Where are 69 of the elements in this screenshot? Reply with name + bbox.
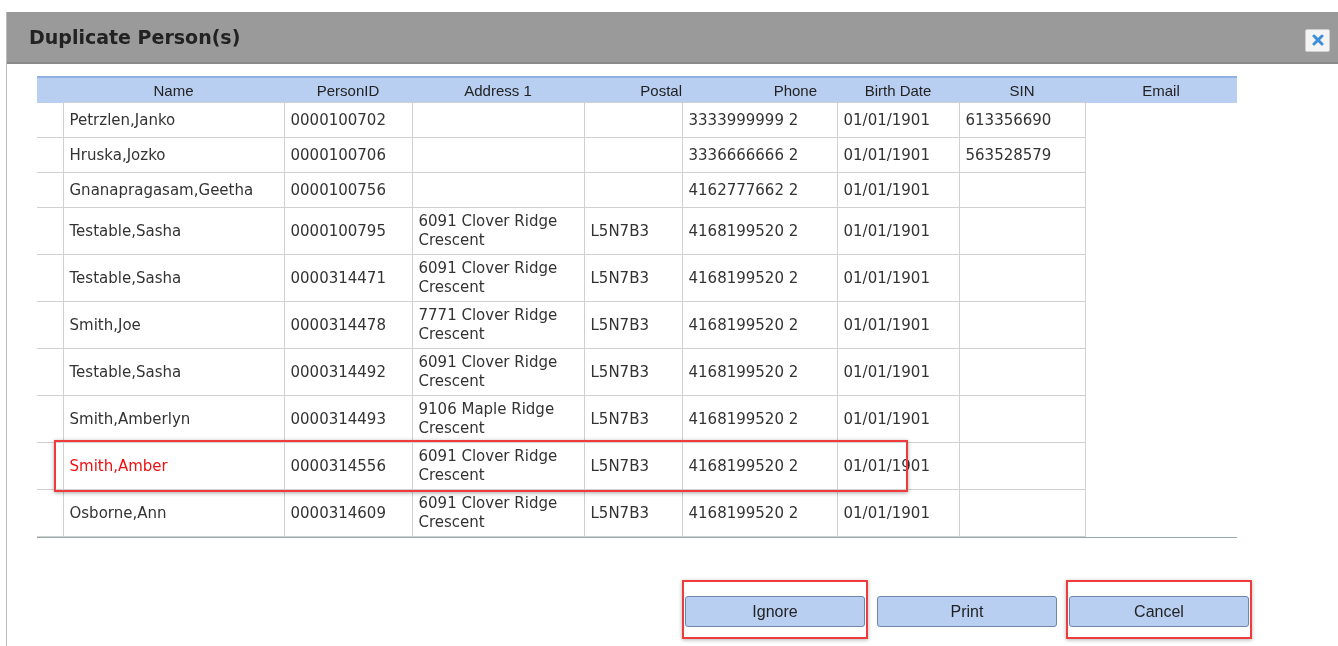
table-cell: L5N7B3 <box>590 268 649 287</box>
column-header: Email <box>1142 81 1180 99</box>
table-cell: 4162777662 2 <box>688 180 799 199</box>
table-cell: L5N7B3 <box>590 456 649 475</box>
table-cell: 4168199520 2 <box>688 503 799 522</box>
table-cell: 0000314493 <box>290 409 386 428</box>
table-cell: Petrzlen,Janko <box>69 110 176 129</box>
table-cell: Osborne,Ann <box>69 503 167 522</box>
table-cell: 6091 Clover Ridge Crescent <box>418 494 558 531</box>
table-cell: 3333999999 2 <box>688 110 799 129</box>
table-cell: 0000100756 <box>290 180 386 199</box>
table-cell: Testable,Sasha <box>69 362 182 381</box>
table-cell: 01/01/1901 <box>843 409 930 428</box>
column-header: PersonID <box>316 81 380 99</box>
table-cell: 01/01/1901 <box>843 503 930 522</box>
table-cell: 6091 Clover Ridge Crescent <box>418 259 558 296</box>
table-cell: 01/01/1901 <box>843 221 930 240</box>
table-cell: 6091 Clover Ridge Crescent <box>418 353 558 390</box>
table-cell: 563528579 <box>965 145 1052 164</box>
table-cell: 4168199520 2 <box>688 362 799 381</box>
dialog-button[interactable]: Ignore <box>685 596 865 627</box>
table-cell: 01/01/1901 <box>843 315 930 334</box>
column-header: Postal <box>640 81 682 99</box>
column-header: Phone <box>773 81 817 99</box>
table-cell: 0000314609 <box>290 503 386 522</box>
table-cell: 01/01/1901 <box>843 180 930 199</box>
column-header: Address 1 <box>464 81 532 99</box>
table-cell: 6091 Clover Ridge Crescent <box>418 212 558 249</box>
table-cell: 0000314556 <box>290 456 386 475</box>
table-cell: L5N7B3 <box>590 503 649 522</box>
table-cell: 01/01/1901 <box>843 268 930 287</box>
table-cell: 01/01/1901 <box>843 362 930 381</box>
table-cell: 4168199520 2 <box>688 315 799 334</box>
table-cell: 01/01/1901 <box>843 145 930 164</box>
table-cell: 0000100795 <box>290 221 386 240</box>
table-cell: 0000314478 <box>290 315 386 334</box>
table-cell: Testable,Sasha <box>69 221 182 240</box>
table-cell: 4168199520 2 <box>688 268 799 287</box>
table-cell: 0000314471 <box>290 268 386 287</box>
dialog-button[interactable]: Print <box>877 596 1057 627</box>
close-icon <box>1311 34 1324 46</box>
table-cell: 9106 Maple Ridge Crescent <box>418 400 555 437</box>
table-cell: L5N7B3 <box>590 315 649 334</box>
table-cell: 6091 Clover Ridge Crescent <box>418 447 558 484</box>
column-header: Birth Date <box>864 81 932 99</box>
table-cell: 0000100702 <box>290 110 386 129</box>
table-cell: 0000314492 <box>290 362 386 381</box>
table-cell: L5N7B3 <box>590 221 649 240</box>
dialog-button[interactable]: Cancel <box>1069 596 1249 627</box>
table-cell: L5N7B3 <box>590 409 649 428</box>
column-header: Name <box>153 81 194 99</box>
table-cell: 4168199520 2 <box>688 456 799 475</box>
table-cell: Smith,Joe <box>69 315 141 334</box>
dialog-title: Duplicate Person(s) <box>29 26 241 48</box>
close-button[interactable] <box>1305 28 1330 52</box>
table-cell: 0000100706 <box>290 145 386 164</box>
table-cell: 4168199520 2 <box>688 409 799 428</box>
table-cell: Smith,Amberlyn <box>69 409 191 428</box>
table-cell: 01/01/1901 <box>843 110 930 129</box>
table-cell: Gnanapragasam,Geetha <box>69 180 254 199</box>
table-cell: Testable,Sasha <box>69 268 182 287</box>
table-cell: 4168199520 2 <box>688 221 799 240</box>
table-cell: 7771 Clover Ridge Crescent <box>418 306 558 343</box>
table-cell: Hruska,Jozko <box>69 145 166 164</box>
table-cell: 3336666666 2 <box>688 145 799 164</box>
table-cell: Smith,Amber <box>69 456 168 475</box>
table-cell: 613356690 <box>965 110 1052 129</box>
column-header: SIN <box>1009 81 1035 99</box>
table-cell: L5N7B3 <box>590 362 649 381</box>
